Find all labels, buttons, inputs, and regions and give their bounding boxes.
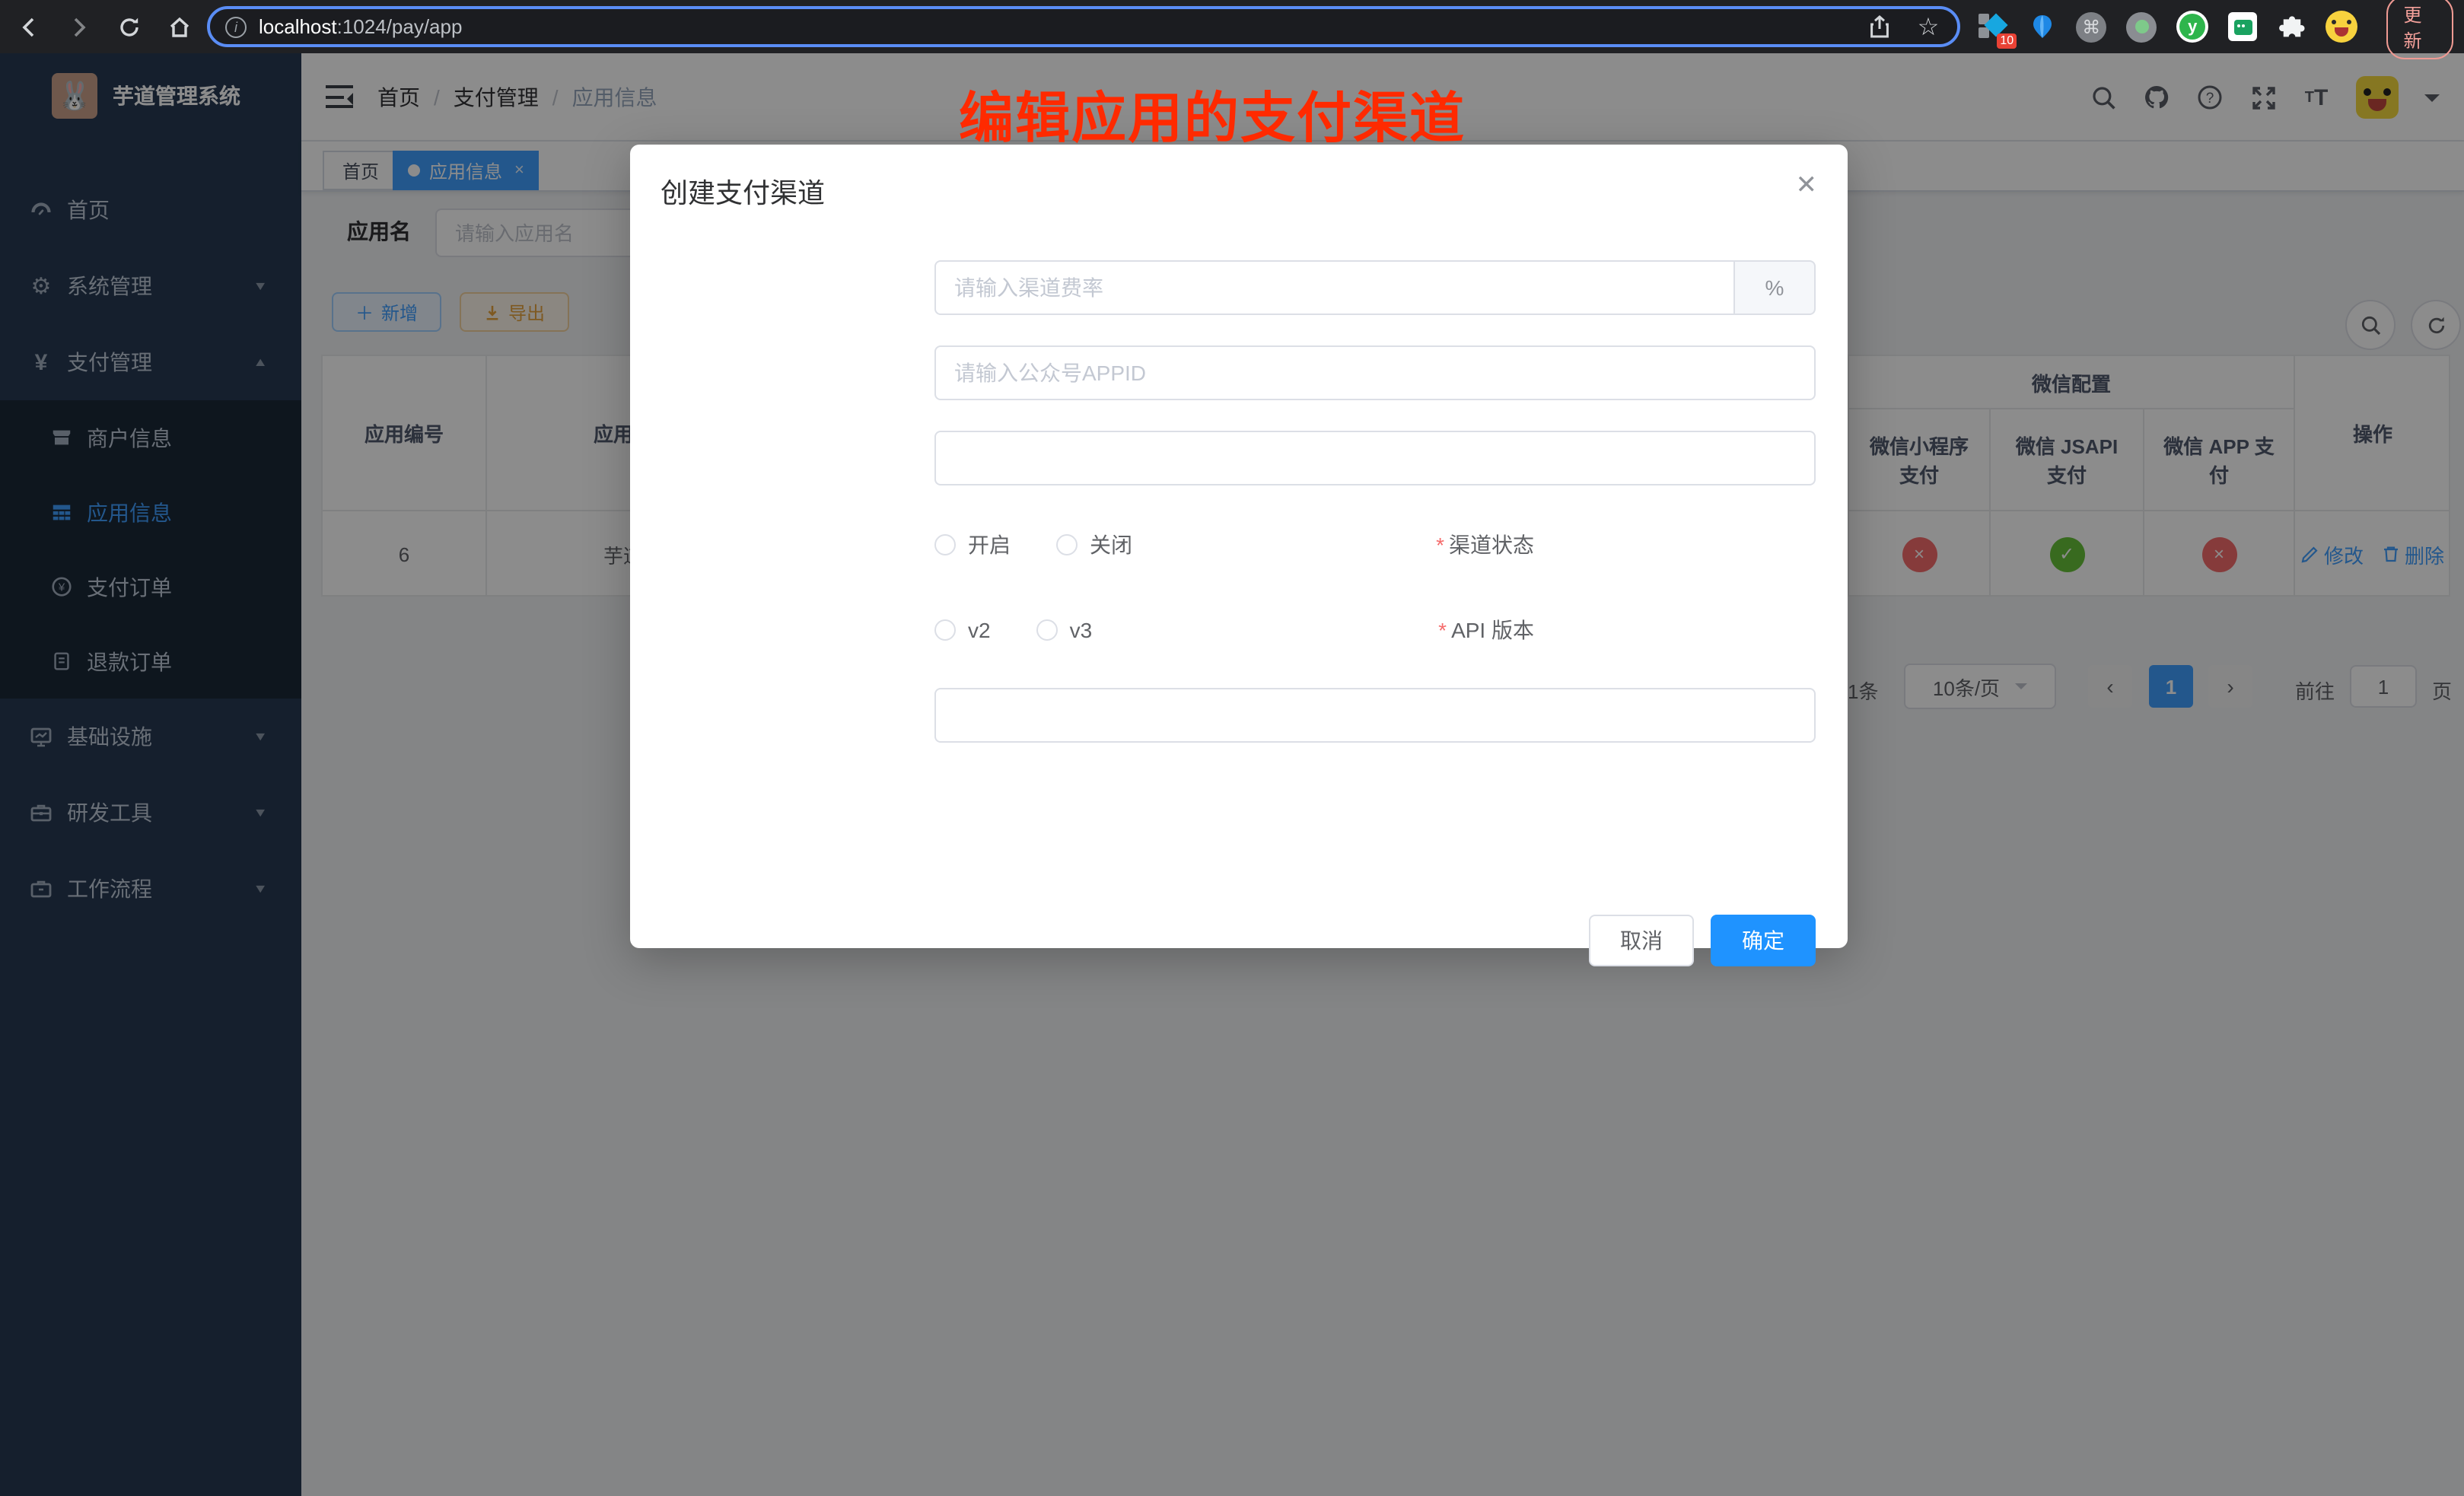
app-window: 🐰 芋道管理系统 首页 ⚙ 系统管理 ▼ ¥ 支付管理 (0, 53, 2464, 1496)
radio-circle (934, 534, 956, 555)
back-icon[interactable] (8, 5, 50, 48)
form-row-appid: *公众号APPID (630, 345, 1848, 400)
radio-circle (1056, 534, 1078, 555)
screen: i localhost:1024/pay/app ☆ 10 ⌘ (0, 0, 2464, 1496)
extensions-area: 10 ⌘ y 更新 ⋮ (1979, 0, 2464, 53)
form-row-api-version: *API 版本 v2 v3 (630, 603, 1848, 657)
extension-badge: 10 (1997, 33, 2017, 49)
api-v2-radio[interactable]: v2 (934, 618, 991, 642)
reload-icon[interactable] (108, 5, 151, 48)
extension-icon-2[interactable] (2027, 11, 2056, 43)
rate-input[interactable] (934, 260, 1735, 315)
percent-suffix: % (1735, 260, 1816, 315)
share-icon[interactable] (1866, 13, 1893, 40)
site-info-icon[interactable]: i (225, 16, 247, 37)
form-row-remark: 备注 (630, 688, 1848, 743)
form-row-rate: *渠道费率 % (630, 260, 1848, 315)
extension-icon-1[interactable]: 10 (1979, 11, 2007, 43)
profile-avatar-icon[interactable] (2326, 11, 2358, 43)
form-row-status: *渠道状态 开启 关闭 (630, 517, 1848, 572)
form-row-merchant: *商户号 (630, 431, 1848, 485)
browser-toolbar: i localhost:1024/pay/app ☆ 10 ⌘ (0, 0, 2464, 53)
status-closed-radio[interactable]: 关闭 (1056, 530, 1132, 560)
forward-icon[interactable] (58, 5, 100, 48)
create-channel-dialog: 创建支付渠道 ✕ *渠道费率 % *公众号APPID *商户号 *渠道状态 (630, 145, 1848, 948)
extension-icon-3[interactable]: ⌘ (2076, 11, 2106, 43)
appid-input[interactable] (934, 345, 1816, 400)
url-text: localhost:1024/pay/app (259, 15, 462, 38)
radio-circle (1036, 619, 1058, 641)
chrome-update-button[interactable]: 更新 (2387, 0, 2454, 59)
close-icon[interactable]: ✕ (1796, 172, 1818, 198)
extension-icon-4[interactable] (2126, 11, 2157, 43)
address-bar[interactable]: i localhost:1024/pay/app ☆ (207, 6, 1960, 47)
radio-circle (934, 619, 956, 641)
bookmark-star-icon[interactable]: ☆ (1915, 13, 1942, 40)
status-open-radio[interactable]: 开启 (934, 530, 1011, 560)
extension-icon-6[interactable] (2228, 11, 2257, 43)
home-icon[interactable] (158, 5, 201, 48)
extension-icon-5[interactable]: y (2176, 11, 2208, 43)
confirm-button[interactable]: 确定 (1711, 915, 1816, 966)
puzzle-extensions-icon[interactable] (2277, 11, 2306, 43)
annotation-title: 编辑应用的支付渠道 (959, 75, 1466, 154)
api-v3-radio[interactable]: v3 (1036, 618, 1093, 642)
remark-input[interactable] (934, 688, 1816, 743)
merchant-id-input[interactable] (934, 431, 1816, 485)
cancel-button[interactable]: 取消 (1589, 915, 1694, 966)
dialog-title: 创建支付渠道 (661, 172, 825, 212)
